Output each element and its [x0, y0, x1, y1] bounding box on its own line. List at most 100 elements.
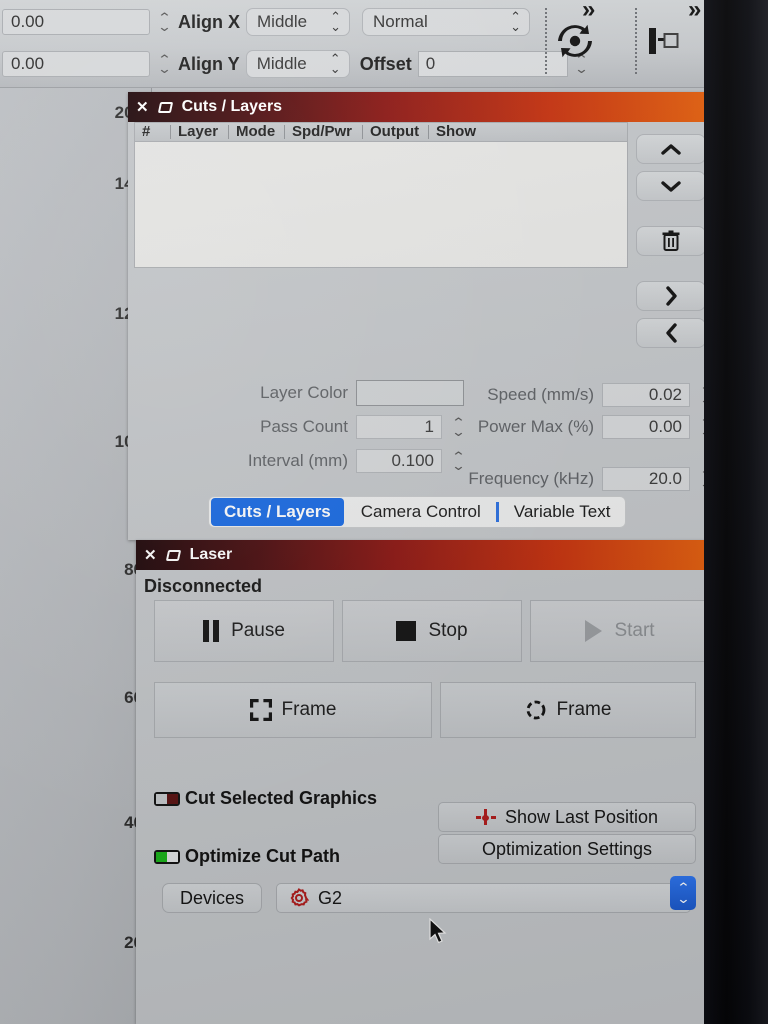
- layer-parameters: Layer Color Pass Count 1 ⌃ ⌄ Interval (mm…: [128, 380, 713, 498]
- toggle-switch-off: [154, 791, 180, 806]
- cut-selected-graphics-toggle[interactable]: Cut Selected Graphics: [154, 788, 377, 809]
- power-max-label: Power Max (%): [477, 417, 594, 436]
- screen: 0.00 ⌃ ⌄ Align X Middle ⌃ ⌄ Normal ⌃ ⌄ 0.00…: [0, 0, 768, 1024]
- align-y-select[interactable]: Middle ⌃ ⌄: [245, 50, 350, 78]
- chevron-updown-icon: ⌃ ⌄: [330, 9, 341, 34]
- tab-separator: [495, 502, 499, 522]
- layer-color-swatch[interactable]: [356, 380, 464, 406]
- column-header-spd-pwr[interactable]: Spd/Pwr: [285, 124, 363, 139]
- delete-layer-button[interactable]: [636, 226, 706, 256]
- frame-buttons: Frame Frame: [154, 682, 696, 738]
- mouse-cursor: [428, 917, 448, 951]
- toolbar-row-2: 0.00 ⌃ ⌄ Align Y Middle ⌃ ⌄ Offset 0 ⌃ ⌄: [0, 44, 590, 84]
- laser-panel: ✕ Laser Disconnected Pause Stop Start Fr…: [136, 540, 714, 1024]
- column-header-show[interactable]: Show: [429, 124, 485, 139]
- square-frame-icon: [249, 699, 272, 721]
- column-header-number[interactable]: #: [135, 124, 171, 139]
- cut-selected-graphics-label: Cut Selected Graphics: [185, 788, 378, 808]
- float-window-icon[interactable]: [165, 549, 181, 561]
- close-icon[interactable]: ✕: [136, 98, 149, 116]
- stop-button[interactable]: Stop: [342, 600, 522, 662]
- show-last-position-label: Show Last Position: [504, 806, 659, 827]
- panel-tabs: Cuts / Layers Camera Control Variable Te…: [208, 496, 627, 528]
- layer-color-label: Layer Color: [260, 383, 348, 402]
- y-position-stepper[interactable]: ⌃ ⌄: [156, 49, 172, 79]
- pass-count-input[interactable]: 1: [356, 415, 442, 439]
- frame-round-label: Frame: [556, 699, 612, 720]
- start-button[interactable]: Start: [530, 600, 710, 662]
- layer-side-buttons: [636, 134, 706, 348]
- pause-icon: [203, 620, 220, 642]
- round-frame-icon: [526, 700, 545, 720]
- mode-select[interactable]: Normal ⌃ ⌄: [362, 8, 530, 36]
- toggle-switch-on: [154, 849, 180, 864]
- optimize-cut-path-label: Optimize Cut Path: [185, 846, 341, 866]
- align-x-value: Middle: [257, 12, 308, 31]
- toolbar-separator: [635, 8, 637, 74]
- device-stepper[interactable]: ⌃ ⌄: [670, 876, 696, 910]
- offset-label: Offset: [359, 53, 412, 74]
- pass-count-label: Pass Count: [260, 417, 348, 436]
- chevron-updown-icon: ⌃ ⌄: [329, 51, 341, 76]
- frequency-input[interactable]: 20.0: [602, 467, 690, 491]
- float-window-icon[interactable]: [157, 101, 173, 113]
- device-row: Devices G2 ⌃ ⌄: [162, 876, 696, 913]
- toolbar-overflow-chevron-2[interactable]: »: [688, 0, 702, 24]
- speed-label: Speed (mm/s): [487, 385, 594, 404]
- interval-label: Interval (mm): [247, 451, 348, 470]
- cuts-panel-title: Cuts / Layers: [181, 98, 283, 115]
- device-select[interactable]: G2 ⌃ ⌄: [276, 876, 696, 913]
- move-layer-down-button[interactable]: [636, 171, 706, 201]
- optimize-cut-path-toggle[interactable]: Optimize Cut Path: [154, 846, 340, 867]
- rotate-icon[interactable]: [552, 18, 598, 64]
- laser-panel-title: Laser: [189, 546, 233, 563]
- laser-status: Disconnected: [144, 576, 263, 596]
- tab-variable-text[interactable]: Variable Text: [501, 498, 624, 526]
- frame-round-button[interactable]: Frame: [440, 682, 696, 738]
- tab-cuts-layers[interactable]: Cuts / Layers: [211, 498, 344, 526]
- mode-value: Normal: [373, 12, 428, 31]
- column-header-mode[interactable]: Mode: [229, 124, 285, 139]
- align-x-select[interactable]: Middle ⌃ ⌄: [246, 8, 350, 36]
- app-window: 0.00 ⌃ ⌄ Align X Middle ⌃ ⌄ Normal ⌃ ⌄ 0.00…: [0, 0, 714, 1024]
- stop-label: Stop: [428, 620, 468, 641]
- column-header-output[interactable]: Output: [363, 124, 429, 139]
- move-layer-up-button[interactable]: [636, 134, 706, 164]
- toolbar-row-1: 0.00 ⌃ ⌄ Align X Middle ⌃ ⌄ Normal ⌃ ⌄: [0, 2, 530, 42]
- chevron-updown-icon: ⌃ ⌄: [510, 9, 521, 34]
- device-value: G2: [318, 887, 343, 908]
- frame-square-label: Frame: [281, 699, 337, 720]
- devices-button[interactable]: Devices: [162, 883, 262, 913]
- power-max-input[interactable]: 0.00: [602, 415, 690, 439]
- monitor-bezel: [704, 0, 768, 1024]
- move-layer-left-button[interactable]: [636, 318, 706, 348]
- interval-input[interactable]: 0.100: [356, 449, 442, 473]
- show-last-position-button[interactable]: Show Last Position: [438, 802, 696, 832]
- tab-camera-control[interactable]: Camera Control: [348, 498, 494, 526]
- stop-icon: [396, 621, 417, 641]
- toolbar-overflow-chevron[interactable]: »: [582, 0, 596, 24]
- layer-list-body[interactable]: [134, 142, 628, 268]
- pause-button[interactable]: Pause: [154, 600, 334, 662]
- frame-square-button[interactable]: Frame: [154, 682, 432, 738]
- y-position-input[interactable]: 0.00: [2, 51, 150, 77]
- laser-panel-titlebar: ✕ Laser: [136, 540, 714, 570]
- x-position-stepper[interactable]: ⌃ ⌄: [156, 7, 172, 37]
- gear-icon: [290, 888, 309, 907]
- cuts-layers-panel: ✕ Cuts / Layers # Layer Mode Spd/Pwr Out…: [128, 92, 713, 540]
- frequency-label: Frequency (kHz): [468, 469, 594, 488]
- layer-list-header: # Layer Mode Spd/Pwr Output Show: [134, 122, 628, 142]
- speed-input[interactable]: 0.02: [602, 383, 690, 407]
- toolbar-separator: [545, 8, 547, 74]
- optimization-settings-label: Optimization Settings: [481, 838, 653, 859]
- column-header-layer[interactable]: Layer: [171, 124, 229, 139]
- play-icon: [585, 620, 603, 642]
- optimization-settings-button[interactable]: Optimization Settings: [438, 834, 696, 864]
- align-y-value: Middle: [256, 54, 307, 73]
- laser-transport-buttons: Pause Stop Start: [154, 600, 710, 662]
- cuts-panel-titlebar: ✕ Cuts / Layers: [128, 92, 713, 122]
- move-layer-right-button[interactable]: [636, 281, 706, 311]
- align-edge-icon[interactable]: [640, 20, 686, 62]
- x-position-input[interactable]: 0.00: [2, 9, 150, 35]
- close-icon[interactable]: ✕: [144, 546, 157, 564]
